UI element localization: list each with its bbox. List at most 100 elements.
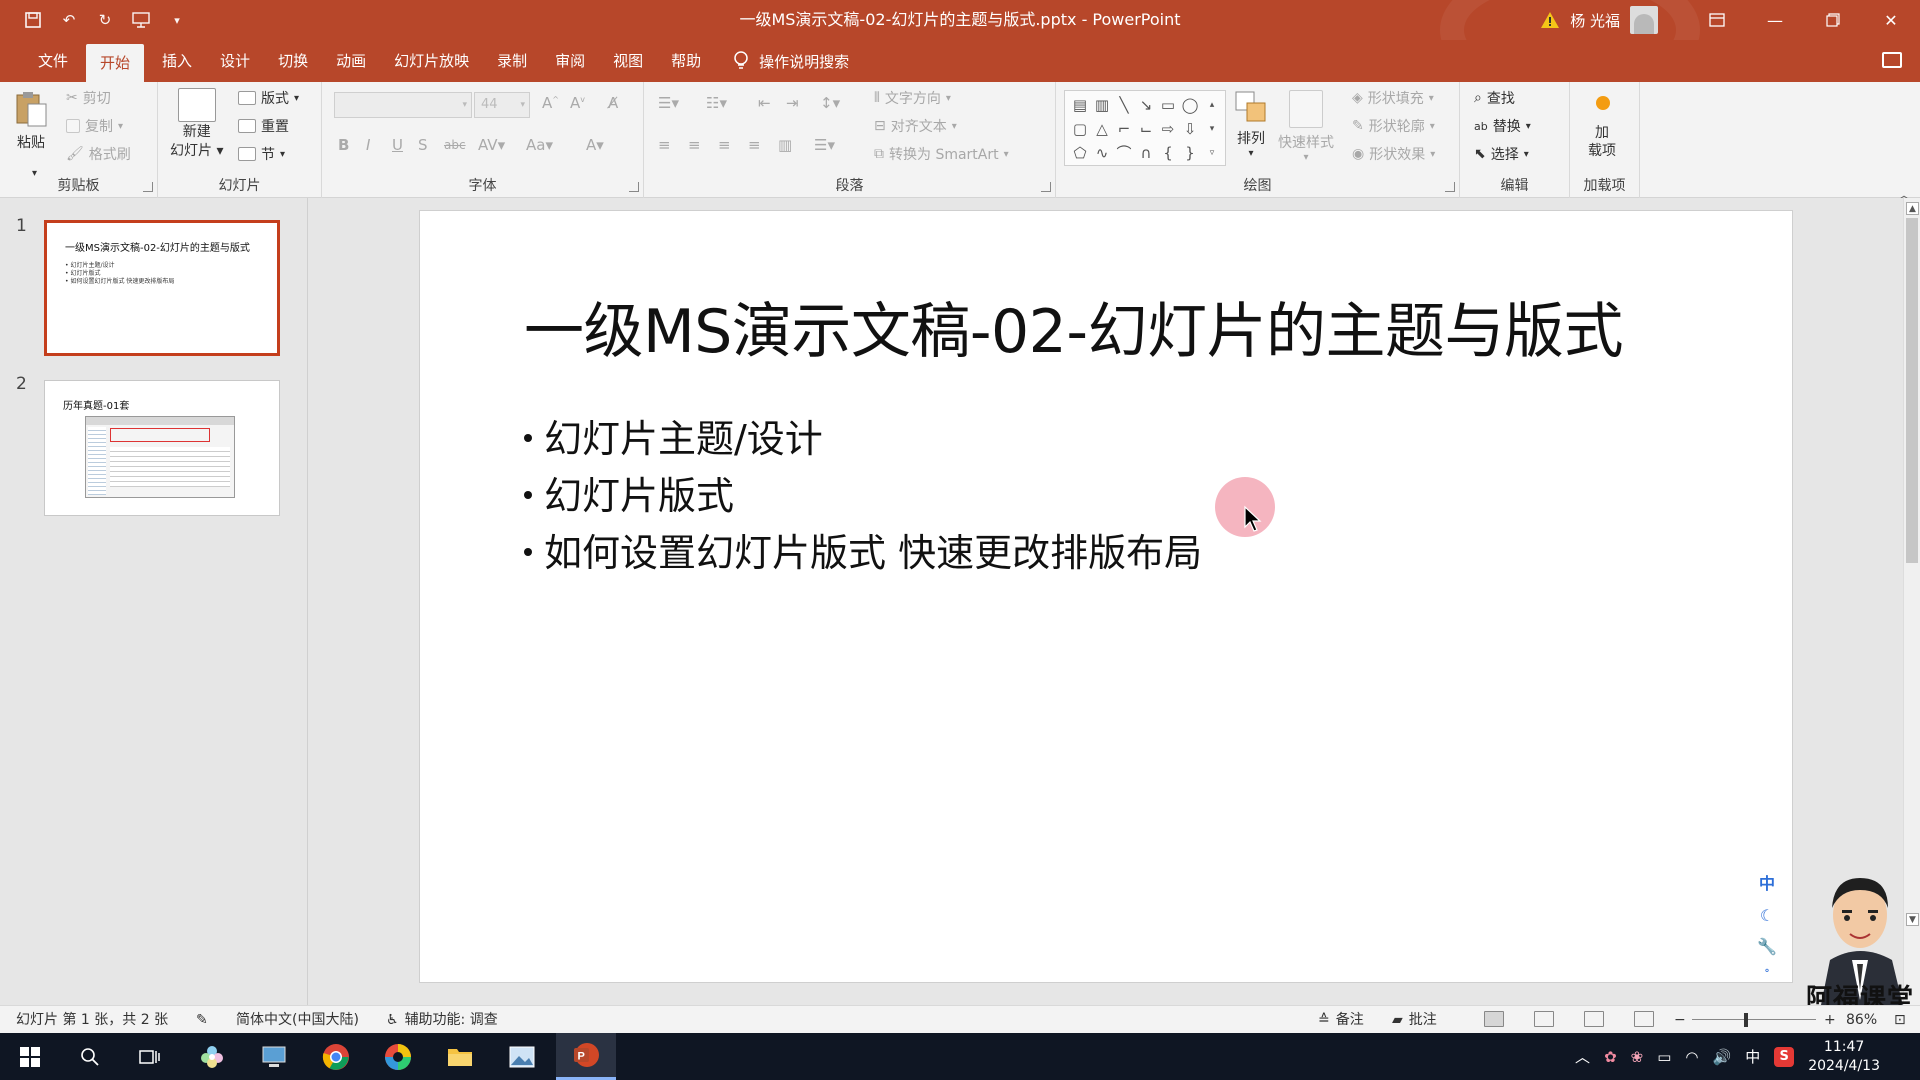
fit-slide-icon[interactable]: ⊡ — [1894, 1006, 1906, 1034]
format-painter-button[interactable]: 🖌 格式刷 — [66, 144, 131, 164]
spellcheck-icon[interactable]: ✎ — [196, 1006, 208, 1034]
slide-title[interactable]: 一级MS演示文稿-02-幻灯片的主题与版式 — [524, 283, 1624, 370]
shape-fill-button[interactable]: ◈ 形状填充 ▾ — [1352, 88, 1434, 108]
redo-icon[interactable]: ↻ — [94, 9, 116, 31]
warning-icon[interactable] — [1540, 10, 1560, 30]
restore-icon[interactable] — [1804, 0, 1862, 40]
zoom-slider[interactable] — [1692, 1019, 1816, 1020]
increase-indent-icon[interactable]: ⇥ — [786, 94, 799, 112]
volume-icon[interactable]: 🔊 — [1713, 1048, 1732, 1066]
scrollbar-thumb[interactable] — [1906, 218, 1918, 563]
strikethrough-icon[interactable]: abc — [444, 138, 466, 152]
replace-button[interactable]: ab 替换 ▾ — [1474, 116, 1531, 136]
addins-button[interactable]: 加 载项 — [1588, 124, 1616, 160]
task-view-icon[interactable] — [120, 1033, 180, 1080]
language-indicator[interactable]: 简体中文(中国大陆) — [236, 1006, 359, 1034]
text-direction-button[interactable]: ⫴ 文字方向 ▾ — [874, 88, 951, 108]
font-launcher-icon[interactable] — [629, 182, 639, 192]
paragraph-spacing-icon[interactable]: ☰▾ — [814, 136, 835, 154]
pinned-app-flower-icon[interactable] — [182, 1033, 242, 1080]
layout-button[interactable]: 版式 ▾ — [238, 88, 299, 108]
shapes-gallery[interactable]: ▤ ▥ ╲ ↘ ▭ ◯ ▴ ▢ △ ⌐ ⌙ ⇨ ⇩ ▾ ⬠ ∿ ⌒ ∩ { } … — [1064, 90, 1226, 166]
reading-view-icon[interactable] — [1584, 1011, 1604, 1027]
elbow-connector-shape-icon[interactable]: ⌐ — [1113, 117, 1135, 141]
curve-shape-icon[interactable]: ∩ — [1135, 141, 1157, 165]
battery-icon[interactable]: ▭ — [1657, 1048, 1671, 1066]
tab-review[interactable]: 审阅 — [541, 40, 599, 82]
settings-dot-icon[interactable]: ° — [1765, 968, 1770, 979]
numbering-icon[interactable]: ☷▾ — [706, 94, 727, 112]
close-icon[interactable]: ✕ — [1862, 0, 1920, 40]
down-arrow-shape-icon[interactable]: ⇩ — [1179, 117, 1201, 141]
zoom-out-icon[interactable]: − — [1674, 1006, 1686, 1034]
tab-record[interactable]: 录制 — [483, 40, 541, 82]
ime-mode-indicator[interactable]: 中 — [1759, 870, 1775, 894]
start-button-icon[interactable] — [0, 1033, 60, 1080]
vertical-textbox-shape-icon[interactable]: ▥ — [1091, 93, 1113, 117]
decrease-font-size-icon[interactable]: Av — [570, 94, 585, 112]
slide-bullet-list[interactable]: 幻灯片主题/设计 幻灯片版式 如何设置幻灯片版式 快速更改排版布局 — [524, 411, 1202, 582]
find-button[interactable]: ⌕ 查找 — [1474, 88, 1515, 108]
sogou-ime-icon[interactable]: S — [1774, 1046, 1795, 1067]
slide-canvas[interactable]: 一级MS演示文稿-02-幻灯片的主题与版式 幻灯片主题/设计 幻灯片版式 如何设… — [419, 210, 1793, 983]
align-left-icon[interactable]: ≡ — [658, 136, 671, 154]
scribble-shape-icon[interactable]: ∿ — [1091, 141, 1113, 165]
undo-icon[interactable]: ↶ — [58, 9, 80, 31]
gallery-scroll-up-icon[interactable]: ▴ — [1201, 93, 1223, 117]
bullets-icon[interactable]: ☰▾ — [658, 94, 679, 112]
shape-effects-button[interactable]: ◉ 形状效果 ▾ — [1352, 144, 1435, 164]
moon-icon[interactable]: ☾ — [1760, 906, 1774, 925]
tab-design[interactable]: 设计 — [206, 40, 264, 82]
line-spacing-icon[interactable]: ↕▾ — [820, 94, 840, 112]
slide-counter[interactable]: 幻灯片 第 1 张，共 2 张 — [16, 1006, 168, 1034]
color-wheel-app-icon[interactable] — [368, 1033, 428, 1080]
zoom-level[interactable]: 86% — [1846, 1006, 1877, 1034]
search-icon[interactable] — [60, 1033, 120, 1080]
arc-shape-icon[interactable]: ⌒ — [1113, 141, 1135, 165]
gallery-more-icon[interactable]: ▿ — [1201, 141, 1223, 165]
addins-icon[interactable] — [1596, 96, 1610, 110]
arrow-line-shape-icon[interactable]: ↘ — [1135, 93, 1157, 117]
underline-icon[interactable]: U — [392, 136, 403, 154]
minimize-icon[interactable]: — — [1746, 0, 1804, 40]
ribbon-display-options-icon[interactable] — [1688, 0, 1746, 40]
tab-animations[interactable]: 动画 — [322, 40, 380, 82]
clipboard-launcher-icon[interactable] — [143, 182, 153, 192]
chrome-icon[interactable] — [306, 1033, 366, 1080]
ime-indicator[interactable]: 中 — [1745, 1046, 1760, 1067]
columns-icon[interactable]: ▥ — [778, 136, 792, 154]
slide-bullet[interactable]: 幻灯片主题/设计 — [524, 411, 1202, 468]
comments-button[interactable]: ▰ 批注 — [1392, 1006, 1437, 1034]
elbow-arrow-shape-icon[interactable]: ⌙ — [1135, 117, 1157, 141]
textbox-shape-icon[interactable]: ▤ — [1069, 93, 1091, 117]
right-arrow-shape-icon[interactable]: ⇨ — [1157, 117, 1179, 141]
cut-button[interactable]: ✂ 剪切 — [66, 88, 111, 108]
accessibility-indicator[interactable]: ♿ 辅助功能: 调查 — [386, 1006, 498, 1034]
left-brace-shape-icon[interactable]: { — [1157, 141, 1179, 165]
tab-home[interactable]: 开始 — [86, 44, 145, 82]
triangle-shape-icon[interactable]: △ — [1091, 117, 1113, 141]
scroll-up-icon[interactable]: ▲ — [1906, 202, 1919, 215]
shadow-icon[interactable]: S — [418, 136, 428, 154]
align-right-icon[interactable]: ≡ — [718, 136, 731, 154]
tab-file[interactable]: 文件 — [24, 40, 82, 82]
comments-pane-icon[interactable] — [1882, 52, 1902, 68]
font-name-select[interactable]: ▾ — [334, 92, 472, 118]
tell-me-search[interactable]: 操作说明搜索 — [733, 40, 849, 82]
line-shape-icon[interactable]: ╲ — [1113, 93, 1135, 117]
paragraph-launcher-icon[interactable] — [1041, 182, 1051, 192]
justify-icon[interactable]: ≡ — [748, 136, 761, 154]
tray-app-flower-icon[interactable]: ✿ — [1604, 1048, 1617, 1066]
align-text-button[interactable]: ⊟ 对齐文本 ▾ — [874, 116, 957, 136]
tab-help[interactable]: 帮助 — [657, 40, 715, 82]
present-from-start-icon[interactable] — [130, 9, 152, 31]
increase-font-size-icon[interactable]: A^ — [542, 94, 559, 112]
new-slide-button[interactable]: 新建 幻灯片 ▾ — [170, 88, 223, 160]
bold-icon[interactable]: B — [338, 136, 349, 154]
slide-bullet[interactable]: 如何设置幻灯片版式 快速更改排版布局 — [524, 525, 1202, 582]
clear-formatting-icon[interactable]: A̸ — [608, 94, 618, 112]
slide-thumbnail-1[interactable]: 一级MS演示文稿-02-幻灯片的主题与版式 • 幻灯片主题/设计 • 幻灯片版式… — [44, 220, 280, 356]
oval-shape-icon[interactable]: ◯ — [1179, 93, 1201, 117]
slideshow-view-icon[interactable] — [1634, 1011, 1654, 1027]
select-button[interactable]: ⬉ 选择 ▾ — [1474, 144, 1529, 164]
